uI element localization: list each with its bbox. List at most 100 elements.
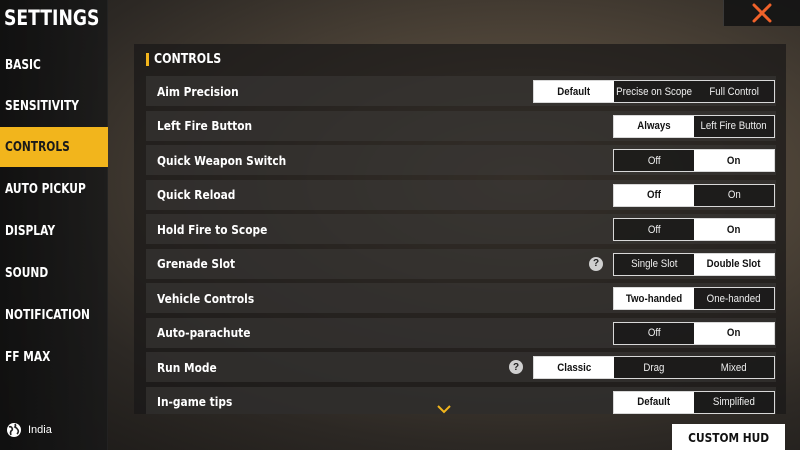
option-label: Off [647, 154, 661, 167]
option-two-handed[interactable]: Two-handed [614, 288, 694, 309]
chevron-down-icon[interactable] [436, 404, 452, 414]
setting-label: Run Mode [157, 360, 227, 375]
option-simplified[interactable]: Simplified [694, 392, 774, 413]
setting-label: Quick Reload [157, 187, 249, 202]
setting-label-text: Run Mode [157, 359, 217, 375]
segmented-control: Two-handed One-handed [613, 287, 775, 310]
sidebar-item-auto-pickup[interactable]: AUTO PICKUP [0, 169, 108, 209]
setting-row-aim-precision: Aim Precision Default Precise on Scope Full… [146, 76, 776, 106]
option-drag[interactable]: Drag [614, 357, 694, 378]
option-label: Mixed [721, 361, 747, 374]
option-label: Off [647, 189, 661, 201]
segmented-control: Off On [613, 183, 775, 207]
settings-title: SETTINGS [4, 6, 100, 30]
setting-row-vehicle-controls: Vehicle Controls Two-handed One-handed [146, 283, 776, 313]
custom-hud-label: CUSTOM HUD [688, 429, 769, 445]
option-always[interactable]: Always [614, 115, 694, 137]
header-accent-bar [146, 53, 149, 66]
sidebar-item-label: SOUND [5, 265, 49, 281]
sidebar-item-ff-max[interactable]: FF MAX [0, 337, 108, 377]
option-off[interactable]: Off [614, 184, 694, 206]
sidebar-item-display[interactable]: DISPLAY [0, 211, 108, 251]
setting-label: Grenade Slot [157, 256, 249, 271]
setting-label: Left Fire Button [157, 118, 269, 133]
setting-label-text: Quick Reload [157, 187, 236, 202]
setting-row-grenade-slot: Grenade Slot Single Slot Double Slot? [146, 248, 776, 279]
option-label: Off [647, 223, 661, 236]
setting-row-auto-parachute: Auto-parachute Off On [146, 317, 776, 348]
sidebar-item-sensitivity[interactable]: SENSITIVITY [0, 86, 108, 126]
option-default[interactable]: Default [534, 81, 614, 102]
option-label: Classic [557, 361, 591, 374]
setting-label-text: Grenade Slot [157, 256, 236, 271]
option-on[interactable]: On [694, 150, 774, 171]
option-single-slot[interactable]: Single Slot [614, 254, 694, 275]
option-one-handed[interactable]: One-handed [694, 288, 774, 309]
option-label: Simplified [713, 396, 755, 408]
setting-label: Auto-parachute [157, 325, 267, 340]
option-label: Double Slot [707, 258, 761, 270]
sidebar-item-sound[interactable]: SOUND [0, 253, 108, 293]
help-icon[interactable]: ? [589, 256, 603, 271]
sidebar-item-label: FF MAX [5, 349, 51, 365]
segmented-control: Off On [613, 149, 775, 172]
setting-label: Vehicle Controls [157, 291, 271, 306]
segmented-control: Off On [613, 218, 775, 241]
setting-label-text: In-game tips [157, 394, 233, 409]
option-label: Left Fire Button [700, 120, 768, 132]
setting-label: Hold Fire to Scope [157, 222, 287, 237]
option-label: Full Control [709, 85, 759, 98]
option-label: One-handed [707, 292, 761, 305]
sidebar-item-label: DISPLAY [5, 223, 56, 239]
sidebar-item-controls[interactable]: CONTROLS [0, 127, 108, 167]
option-label: On [727, 327, 741, 339]
option-default[interactable]: Default [614, 391, 694, 413]
sidebar-item-notification[interactable]: NOTIFICATION [0, 295, 108, 335]
help-icon[interactable]: ? [509, 360, 523, 374]
option-label: Default [637, 396, 671, 408]
option-precise-on-scope[interactable]: Precise on Scope [614, 81, 694, 102]
close-icon [752, 3, 772, 23]
setting-label-text: Vehicle Controls [157, 290, 255, 306]
sidebar-item-label: SENSITIVITY [5, 98, 79, 114]
option-on[interactable]: On [694, 219, 774, 240]
option-classic[interactable]: Classic [534, 357, 614, 378]
option-label: Default [557, 85, 591, 98]
option-label: On [727, 154, 741, 167]
setting-label-text: Quick Weapon Switch [157, 152, 287, 168]
option-on[interactable]: On [694, 185, 774, 206]
option-label: Single Slot [630, 258, 678, 270]
option-double-slot[interactable]: Double Slot [694, 253, 774, 275]
segmented-control: Always Left Fire Button [613, 114, 775, 138]
controls-panel: CONTROLS Aim Precision Default Precise on … [134, 44, 786, 414]
segmented-control: Classic Drag Mixed [533, 356, 775, 379]
sidebar-item-basic[interactable]: BASIC [0, 45, 108, 85]
sidebar-item-label: BASIC [5, 57, 41, 73]
setting-row-quick-weapon-switch: Quick Weapon Switch Off On [146, 145, 776, 175]
setting-label: Aim Precision [157, 84, 253, 99]
panel-header: CONTROLS [146, 52, 233, 67]
segmented-control: Off On [613, 321, 775, 345]
option-label: On [727, 223, 741, 236]
segmented-control: Default Simplified [613, 390, 775, 414]
option-on[interactable]: On [694, 322, 774, 344]
setting-row-run-mode: Run Mode Classic Drag Mixed? [146, 352, 776, 382]
setting-label-text: Auto-parachute [157, 325, 251, 340]
option-off[interactable]: Off [614, 323, 694, 344]
custom-hud-button[interactable]: CUSTOM HUD [672, 424, 785, 450]
setting-label-text: Aim Precision [157, 83, 239, 99]
option-left-fire-button[interactable]: Left Fire Button [694, 116, 774, 137]
option-off[interactable]: Off [614, 150, 694, 171]
setting-row-left-fire-button: Left Fire Button Always Left Fire Button [146, 110, 776, 141]
option-off[interactable]: Off [614, 219, 694, 240]
panel-title: CONTROLS [154, 52, 222, 67]
option-label: Two-handed [625, 292, 683, 305]
option-label: Always [637, 120, 671, 132]
option-label: Off [647, 327, 661, 339]
sidebar: SETTINGS BASIC SENSITIVITY CONTROLS AUTO PI… [0, 0, 108, 450]
option-full-control[interactable]: Full Control [694, 81, 774, 102]
close-button[interactable] [723, 0, 800, 26]
sidebar-item-label: NOTIFICATION [5, 307, 90, 323]
region-selector[interactable]: India [6, 422, 52, 438]
option-mixed[interactable]: Mixed [694, 357, 774, 378]
